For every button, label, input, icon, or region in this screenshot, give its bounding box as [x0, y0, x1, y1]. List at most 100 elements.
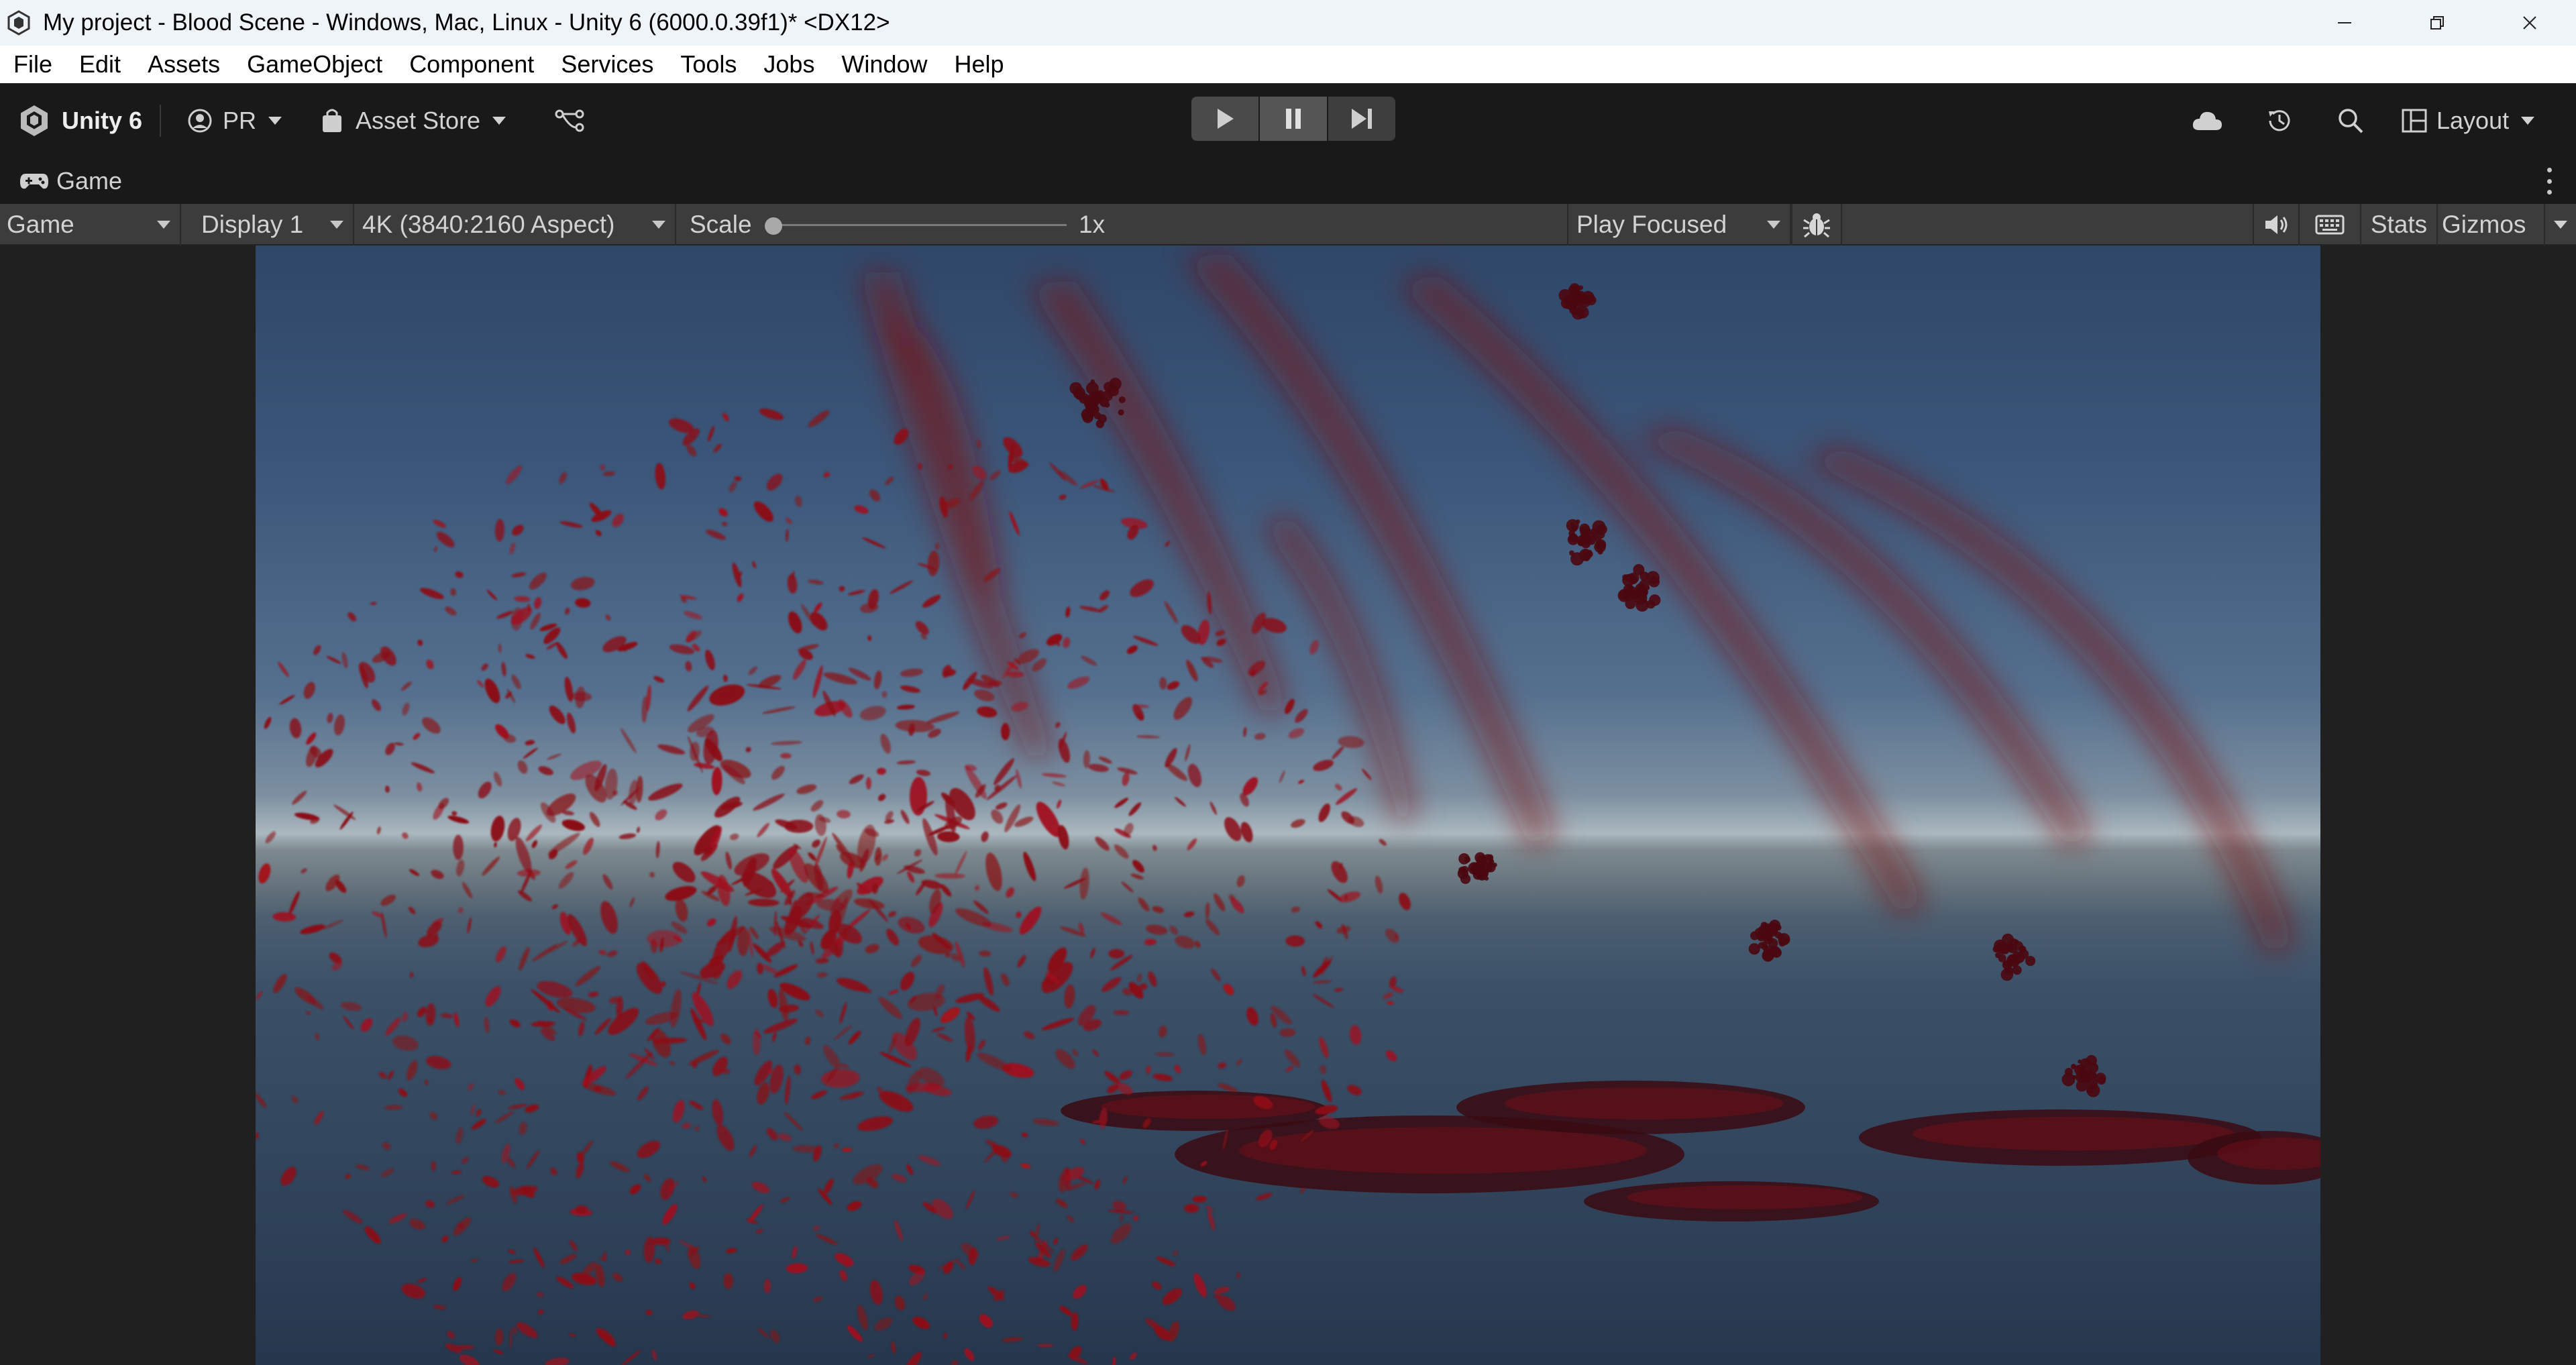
blood-droplet: [771, 765, 785, 780]
scale-slider-handle[interactable]: [765, 217, 782, 235]
blood-pool-highlight: [1627, 1185, 1863, 1209]
shopping-bag-icon: [323, 109, 341, 132]
asset-store-dropdown[interactable]: Asset Store: [321, 102, 506, 140]
blood-droplet: [431, 869, 444, 879]
cloud-icon: [2192, 111, 2222, 130]
mute-audio-button[interactable]: [2253, 204, 2298, 245]
blood-droplet: [753, 794, 785, 811]
undo-history-button[interactable]: [2261, 102, 2298, 140]
blood-droplet: [927, 551, 940, 576]
blood-droplet: [713, 443, 722, 453]
blood-droplet: [402, 702, 410, 716]
blood-droplet: [1130, 873, 1144, 880]
blood-droplet: [637, 826, 640, 833]
blood-droplet: [515, 836, 532, 874]
blood-droplet: [453, 834, 464, 861]
blood-droplet: [814, 814, 826, 836]
menu-window[interactable]: Window: [828, 50, 941, 78]
blood-droplet: [558, 871, 574, 889]
blood-droplet: [506, 466, 522, 484]
blood-droplet: [575, 598, 591, 608]
pause-button[interactable]: [1260, 97, 1327, 141]
menu-gameobject[interactable]: GameObject: [233, 50, 396, 78]
blood-droplet: [559, 472, 567, 484]
blood-droplet: [955, 851, 967, 875]
menu-component[interactable]: Component: [396, 50, 547, 78]
game-render-view[interactable]: [256, 245, 2320, 1365]
stats-label: Stats: [2370, 211, 2428, 238]
step-button[interactable]: [1328, 97, 1395, 141]
blood-droplet: [1331, 861, 1348, 883]
cloud-button[interactable]: [2188, 102, 2226, 140]
blood-pool-highlight: [1505, 1087, 1784, 1120]
play-mode-dropdown[interactable]: Play Focused: [1567, 204, 1791, 245]
blood-droplet: [1065, 606, 1071, 618]
search-button[interactable]: [2332, 102, 2369, 140]
blood-droplet: [303, 681, 315, 699]
blurred-blood-streaks: [859, 252, 2295, 957]
blood-droplet: [411, 762, 435, 773]
blood-droplet: [1216, 639, 1226, 646]
blood-droplet: [649, 872, 655, 878]
blood-droplet: [786, 517, 792, 525]
close-button[interactable]: [2483, 0, 2576, 46]
menu-assets[interactable]: Assets: [134, 50, 233, 78]
menu-services[interactable]: Services: [547, 50, 667, 78]
menu-edit[interactable]: Edit: [66, 50, 134, 78]
version-control-button[interactable]: [554, 102, 585, 140]
blood-droplet: [867, 635, 872, 641]
minimize-button[interactable]: [2298, 0, 2391, 46]
chevron-down-icon: [2521, 117, 2535, 125]
blood-droplet: [808, 580, 824, 585]
play-button[interactable]: [1191, 97, 1258, 141]
menu-jobs[interactable]: Jobs: [750, 50, 828, 78]
shortcuts-button[interactable]: [2298, 204, 2360, 245]
blood-droplet: [612, 513, 624, 527]
blood-droplet: [525, 740, 535, 745]
blood-droplet: [859, 706, 886, 720]
chevron-down-icon: [268, 117, 282, 125]
view-mode-dropdown[interactable]: Game: [0, 204, 181, 245]
branch-icon: [555, 109, 584, 132]
blood-droplet: [1063, 637, 1071, 649]
scale-label: Scale: [690, 211, 752, 238]
blood-droplet: [1167, 681, 1180, 690]
blood-droplet: [708, 425, 715, 441]
blood-droplet: [709, 684, 745, 706]
blood-droplet: [1009, 511, 1020, 536]
layout-dropdown[interactable]: Layout: [2402, 102, 2535, 140]
more-options-icon[interactable]: [2545, 168, 2553, 195]
blood-pool-highlight: [1101, 1095, 1316, 1119]
frame-debugger-button[interactable]: [1791, 204, 1841, 245]
blood-droplet: [450, 588, 456, 596]
blood-droplet: [566, 712, 576, 734]
blood-droplet: [538, 766, 553, 775]
gizmos-dropdown[interactable]: [2544, 204, 2576, 245]
stats-button[interactable]: Stats: [2360, 204, 2436, 245]
blood-droplet: [914, 849, 922, 857]
resolution-dropdown[interactable]: 4K (3840:2160 Aspect): [354, 204, 676, 245]
blood-droplet: [752, 561, 757, 569]
blood-droplet: [600, 464, 606, 471]
blood-droplet: [494, 518, 504, 542]
blood-droplet: [994, 758, 1014, 785]
tab-game[interactable]: Game: [19, 165, 122, 197]
menu-file[interactable]: File: [0, 50, 66, 78]
keyboard-icon: [2315, 215, 2345, 235]
blood-droplet: [279, 695, 295, 705]
scale-slider-track[interactable]: [771, 224, 1067, 226]
blood-droplet: [629, 897, 635, 908]
account-label: PR: [223, 107, 257, 134]
menu-help[interactable]: Help: [941, 50, 1018, 78]
menu-tools[interactable]: Tools: [667, 50, 750, 78]
blood-droplet: [977, 706, 998, 718]
display-dropdown[interactable]: Display 1: [193, 204, 354, 245]
blood-droplet: [547, 753, 561, 760]
blood-droplet: [1332, 746, 1344, 759]
restore-button[interactable]: [2391, 0, 2483, 46]
blood-droplet: [705, 649, 715, 671]
gizmos-toggle[interactable]: Gizmos: [2436, 204, 2544, 245]
account-dropdown[interactable]: PR: [186, 102, 282, 140]
blood-droplet: [1132, 636, 1159, 646]
unity-home-button[interactable]: Unity 6: [16, 102, 142, 140]
